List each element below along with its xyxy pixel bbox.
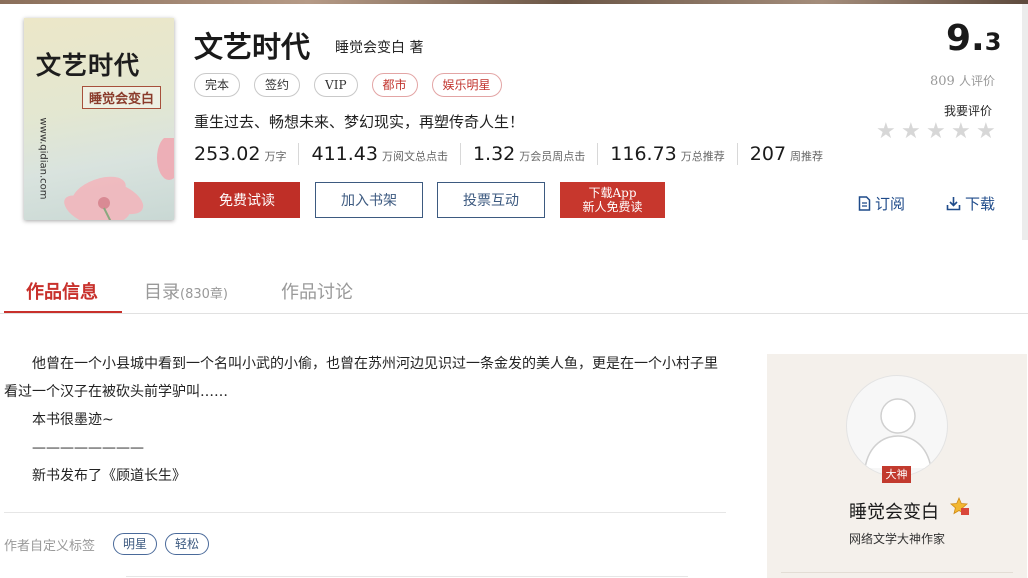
author-name[interactable]: 睡觉会变白	[849, 498, 939, 524]
download-app-button[interactable]: 下载App 新人免费读	[560, 182, 665, 218]
description-separator: ————————	[32, 440, 144, 456]
stat-value: 116.73	[610, 143, 677, 165]
score-integer: 9.	[946, 18, 985, 59]
book-description: 他曾在一个小县城中看到一个名叫小武的小偷，也曾在苏州河边见识过一条金发的美人鱼，…	[4, 350, 729, 490]
stat-value: 207	[749, 143, 787, 165]
app-button-line2: 新人免费读	[582, 200, 643, 214]
rate-label: 我要评价	[944, 104, 993, 118]
subscribe-label: 订阅	[875, 195, 906, 213]
divider	[4, 512, 726, 513]
author-title: 网络文学大神作家	[849, 532, 946, 546]
custom-tag[interactable]: 明星	[113, 533, 158, 555]
download-link[interactable]: 下载	[946, 193, 995, 214]
stat-weekly-recommend: 207 周推荐	[750, 143, 835, 165]
tab-catalog-label: 目录	[144, 282, 180, 303]
default-avatar-icon	[864, 398, 932, 469]
rating-count: 809 人评价	[930, 72, 995, 89]
stat-word-count: 253.02 万字	[194, 143, 300, 165]
stat-weekly-member-clicks: 1.32 万会员周点击	[472, 143, 599, 165]
subscribe-link[interactable]: 订阅	[858, 193, 905, 214]
rating-count-value: 809	[930, 74, 955, 89]
description-paragraph: 本书很墨迹~	[32, 412, 114, 428]
tag-contract: 签约	[254, 73, 301, 97]
top-banner-strip	[0, 0, 1028, 4]
tag-subcategory[interactable]: 娱乐明星	[431, 73, 502, 97]
divider	[781, 572, 1013, 573]
description-paragraph: 新书发布了《顾道长生》	[32, 468, 186, 484]
tag-status: 完本	[194, 73, 241, 97]
cover-title: 文艺时代	[36, 51, 141, 80]
description-paragraph: 他曾在一个小县城中看到一个名叫小武的小偷，也曾在苏州河边见识过一条金发的美人鱼，…	[4, 356, 718, 400]
tag-category[interactable]: 都市	[371, 73, 418, 97]
tab-catalog-count: (830章)	[180, 287, 228, 302]
rating-score: 9.3	[946, 18, 1001, 59]
tag-vip: VIP	[314, 73, 358, 97]
tab-book-info[interactable]: 作品信息	[26, 278, 98, 304]
stat-unit: 万会员周点击	[519, 150, 586, 163]
rating-stars[interactable]: ★ ★ ★ ★ ★	[876, 121, 997, 143]
book-title: 文艺时代	[194, 30, 311, 64]
active-tab-indicator	[4, 311, 122, 313]
custom-tags-label: 作者自定义标签	[4, 538, 96, 554]
author-card: 大神 睡觉会变白 网络文学大神作家	[767, 354, 1027, 578]
tab-discussion[interactable]: 作品讨论	[281, 278, 353, 304]
stat-total-clicks: 411.43 万阅文总点击	[311, 143, 461, 165]
vote-button[interactable]: 投票互动	[437, 182, 545, 218]
add-to-shelf-button[interactable]: 加入书架	[315, 182, 423, 218]
author-avatar[interactable]	[846, 375, 948, 477]
author-level-badge: 大神	[882, 466, 911, 483]
stat-value: 253.02	[194, 143, 261, 165]
divider	[126, 576, 688, 577]
star-icon[interactable]: ★	[976, 121, 997, 143]
star-icon[interactable]: ★	[901, 121, 922, 143]
download-label: 下载	[965, 195, 996, 213]
book-intro: 重生过去、畅想未来、梦幻现实，再塑传奇人生！	[194, 113, 525, 131]
medal-icon	[950, 497, 969, 515]
book-cover[interactable]: 文艺时代 睡觉会变白 www.qidian.com	[24, 18, 174, 220]
star-icon[interactable]: ★	[876, 121, 897, 143]
book-stats: 253.02 万字 411.43 万阅文总点击 1.32 万会员周点击 116.…	[194, 143, 847, 165]
stat-total-recommend: 116.73 万总推荐	[610, 143, 738, 165]
download-icon	[946, 197, 961, 211]
book-tags: 完本 签约 VIP 都市 娱乐明星	[194, 73, 502, 97]
star-icon[interactable]: ★	[926, 121, 947, 143]
tab-bar: 作品信息 目录(830章) 作品讨论	[0, 268, 1028, 314]
custom-tag[interactable]: 轻松	[165, 533, 210, 555]
stat-unit: 周推荐	[790, 150, 824, 163]
document-icon	[858, 196, 871, 211]
flower-illustration	[64, 138, 174, 220]
score-decimal: 3	[984, 28, 1002, 56]
rating-count-unit: 人评价	[958, 74, 995, 88]
tab-catalog[interactable]: 目录(830章)	[144, 278, 228, 304]
star-icon[interactable]: ★	[951, 121, 972, 143]
app-button-line1: 下载App	[588, 186, 637, 200]
free-read-button[interactable]: 免费试读	[194, 182, 300, 218]
stat-unit: 万总推荐	[680, 150, 725, 163]
stat-value: 1.32	[472, 143, 516, 165]
right-edge-shade	[1022, 4, 1028, 240]
stat-value: 411.43	[311, 143, 378, 165]
stat-unit: 万字	[264, 150, 287, 163]
book-author[interactable]: 睡觉会变白 著	[335, 37, 423, 57]
stat-unit: 万阅文总点击	[381, 150, 448, 163]
cover-author: 睡觉会变白	[82, 86, 162, 109]
custom-tags: 作者自定义标签 明星 轻松	[4, 533, 217, 555]
